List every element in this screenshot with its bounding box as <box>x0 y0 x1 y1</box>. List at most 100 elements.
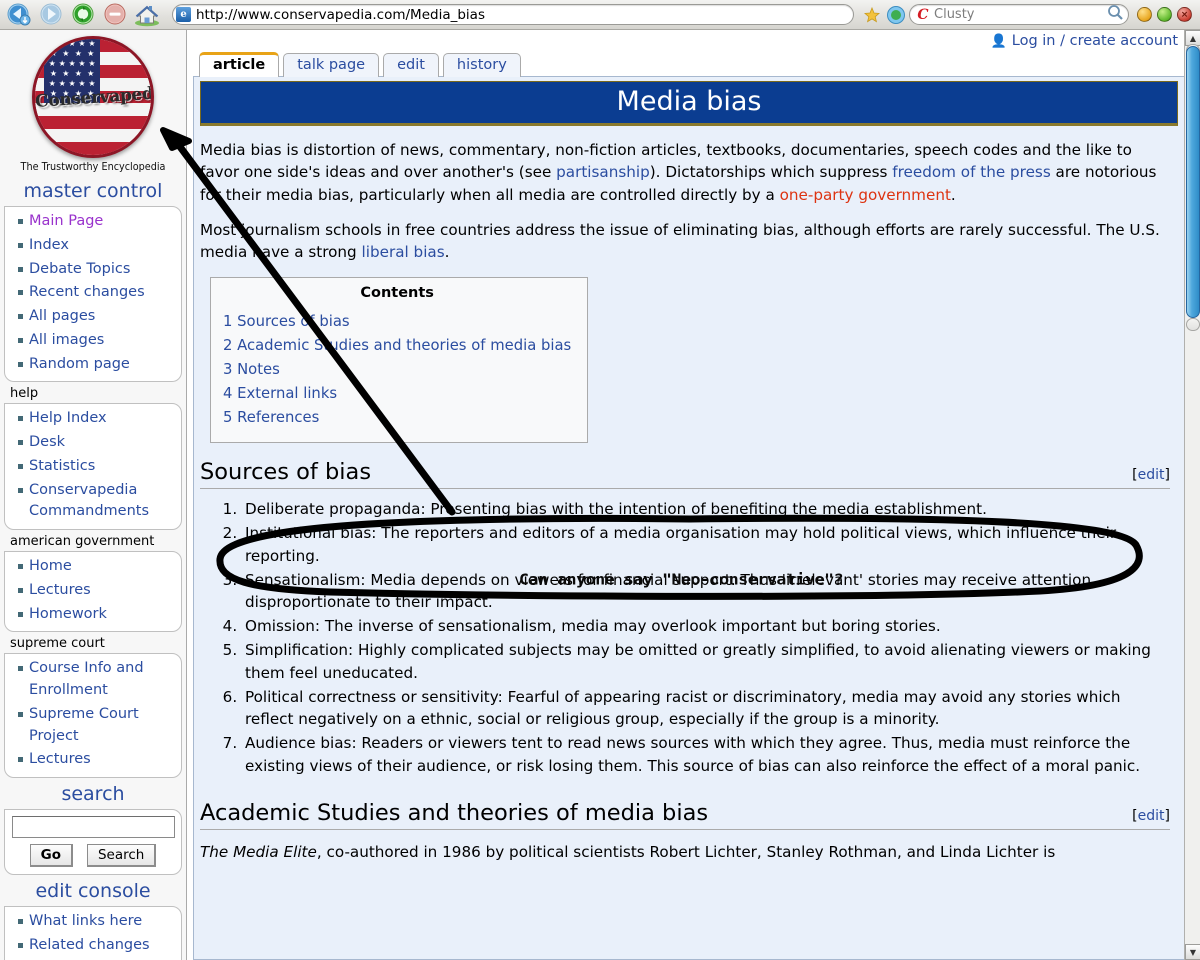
toc-link-academic-studies[interactable]: 2 Academic Studies and theories of media… <box>223 337 571 354</box>
section-heading-academic-studies: Academic Studies and theories of media b… <box>200 800 1170 830</box>
link-freedom-of-the-press[interactable]: freedom of the press <box>892 163 1050 181</box>
site-logo[interactable]: ★ ★ ★ ★ ★ ★ ★ ★ ★ ★ ★ ★ ★ ★ ★ ★ ★ ★ ★ ★ ★ ★ ★ ★ ★ ★ ★ Conserv… <box>0 30 186 175</box>
sidebar-item-random-page[interactable]: Random page <box>7 353 179 377</box>
sidebar-item-what-links-here[interactable]: What links here <box>7 910 179 934</box>
search-input[interactable]: Clusty <box>932 7 1107 22</box>
sidebar-item-statistics[interactable]: Statistics <box>7 455 179 479</box>
search-input[interactable] <box>11 816 175 838</box>
list-item: Omission: The inverse of sensationalism,… <box>242 615 1170 638</box>
sidebar-item-supreme-court-project[interactable]: Supreme Court Project <box>7 703 179 749</box>
sidebar-link[interactable]: All images <box>29 332 104 348</box>
sidebar-link[interactable]: What links here <box>29 913 142 929</box>
globe-icon[interactable] <box>885 3 907 27</box>
tab-history[interactable]: history <box>442 52 521 77</box>
sidebar-link[interactable]: Conservapedia Commandments <box>29 482 149 520</box>
sidebar-item-debate-topics[interactable]: Debate Topics <box>7 258 179 282</box>
go-button[interactable]: Go <box>29 844 73 867</box>
bookmark-star-icon[interactable] <box>861 3 883 27</box>
toc-title: Contents <box>360 284 434 301</box>
tab-edit[interactable]: edit <box>383 52 439 77</box>
page-tabs: article talk page edit history <box>187 51 1200 77</box>
sidebar-item-index[interactable]: Index <box>7 234 179 258</box>
sidebar-item-related-changes[interactable]: Related changes <box>7 934 179 958</box>
sidebar-link[interactable]: Desk <box>29 434 65 450</box>
sidebar-item-lectures[interactable]: Lectures <box>7 579 179 603</box>
sidebar-link[interactable]: Debate Topics <box>29 261 130 277</box>
clusty-logo-icon: C <box>917 6 929 23</box>
sidebar-item-home[interactable]: Home <box>7 555 179 579</box>
maximize-button[interactable] <box>1157 7 1172 22</box>
search-magnifier-icon[interactable] <box>1107 4 1124 25</box>
search-button[interactable]: Search <box>86 844 157 867</box>
toc-item[interactable]: 4 External links <box>223 382 571 406</box>
sidebar-item-course-info-enrollment[interactable]: Course Info and Enrollment <box>7 657 179 703</box>
sidebar-link[interactable]: Homework <box>29 606 107 622</box>
content-column: 👤 Log in / create account article talk p… <box>187 30 1200 960</box>
edit-link[interactable]: edit <box>1138 808 1165 824</box>
sidebar-link[interactable]: Lectures <box>29 582 91 598</box>
sidebar-link[interactable]: All pages <box>29 308 95 324</box>
edit-section-link-academic[interactable]: [edit] <box>1132 808 1170 824</box>
vertical-scrollbar[interactable]: ▲ ▼ <box>1184 30 1200 960</box>
home-button[interactable] <box>132 2 162 28</box>
toc-item[interactable]: 1 Sources of bias <box>223 310 571 334</box>
sidebar-link[interactable]: Lectures <box>29 751 91 767</box>
sidebar-link[interactable]: Supreme Court Project <box>29 706 139 744</box>
link-one-party-government[interactable]: one-party government <box>780 186 951 204</box>
sidebar-link[interactable]: Main Page <box>29 213 103 229</box>
browser-toolbar: e http://www.conservapedia.com/Media_bia… <box>0 0 1200 30</box>
tab-talk-page[interactable]: talk page <box>283 52 380 77</box>
sidebar-link[interactable]: Help Index <box>29 410 107 426</box>
stop-button[interactable] <box>100 2 130 28</box>
edit-link[interactable]: edit <box>1138 467 1165 483</box>
toc-link-references[interactable]: 5 References <box>223 409 319 426</box>
link-partisanship[interactable]: partisanship <box>556 163 650 181</box>
tab-article[interactable]: article <box>199 51 280 77</box>
sidebar-link[interactable]: Related changes <box>29 937 150 953</box>
sidebar-item-recent-changes[interactable]: Recent changes <box>7 281 179 305</box>
toc-item[interactable]: 2 Academic Studies and theories of media… <box>223 334 571 358</box>
minimize-button[interactable] <box>1137 7 1152 22</box>
browser-search-box[interactable]: C Clusty <box>909 4 1129 25</box>
sidebar-item-desk[interactable]: Desk <box>7 431 179 455</box>
sidebar-item-homework[interactable]: Homework <box>7 603 179 627</box>
sidebar-link[interactable]: Random page <box>29 356 130 372</box>
academic-text: , co-authored in 1986 by political scien… <box>316 842 1056 861</box>
toc-link-external-links[interactable]: 4 External links <box>223 385 337 402</box>
sidebar: ★ ★ ★ ★ ★ ★ ★ ★ ★ ★ ★ ★ ★ ★ ★ ★ ★ ★ ★ ★ ★ ★ ★ ★ ★ ★ ★ Conserv… <box>0 30 187 960</box>
forward-button[interactable] <box>36 2 66 28</box>
list-item: Simplification: Highly complicated subje… <box>242 639 1170 685</box>
url-bar[interactable]: e http://www.conservapedia.com/Media_bia… <box>172 4 854 25</box>
list-item: Political correctness or sensitivity: Fe… <box>242 686 1170 732</box>
toc-link-notes[interactable]: 3 Notes <box>223 361 280 378</box>
toc-item[interactable]: 3 Notes <box>223 358 571 382</box>
portlet-title: american government <box>10 534 155 549</box>
toc-item[interactable]: 5 References <box>223 406 571 430</box>
toc-link-sources-of-bias[interactable]: 1 Sources of bias <box>223 313 350 330</box>
sidebar-item-main-page[interactable]: Main Page <box>7 210 179 234</box>
section-heading-text: Academic Studies and theories of media b… <box>200 799 709 826</box>
reload-button[interactable] <box>68 2 98 28</box>
scroll-down-arrow-icon[interactable]: ▼ <box>1185 944 1200 960</box>
back-button[interactable] <box>4 2 34 28</box>
sidebar-item-all-images[interactable]: All images <box>7 329 179 353</box>
edit-section-link-sources[interactable]: [edit] <box>1132 467 1170 483</box>
scrollbar-thumb[interactable] <box>1186 46 1200 318</box>
sidebar-link[interactable]: Index <box>29 237 69 253</box>
sidebar-link[interactable]: Home <box>29 558 72 574</box>
table-of-contents: Contents 1 Sources of bias 2 Academic St… <box>210 276 589 444</box>
intro-text-b: ). Dictatorships which suppress <box>649 163 893 182</box>
sidebar-link[interactable]: Recent changes <box>29 284 145 300</box>
intro2-text-a: Most journalism schools in free countrie… <box>200 221 1160 262</box>
sidebar-item-all-pages[interactable]: All pages <box>7 305 179 329</box>
edit-console-title: edit console <box>35 880 151 902</box>
sidebar-link[interactable]: Course Info and Enrollment <box>29 660 144 698</box>
login-create-account-link[interactable]: Log in / create account <box>1012 33 1178 49</box>
close-button[interactable]: × <box>1177 7 1192 22</box>
sidebar-item-conservapedia-commandments[interactable]: Conservapedia Commandments <box>7 479 179 525</box>
sidebar-link[interactable]: Statistics <box>29 458 95 474</box>
list-item: Deliberate propaganda: Presenting bias w… <box>242 498 1170 521</box>
link-liberal-bias[interactable]: liberal bias <box>362 243 445 261</box>
sidebar-item-help-index[interactable]: Help Index <box>7 407 179 431</box>
sidebar-item-lectures-sc[interactable]: Lectures <box>7 748 179 772</box>
